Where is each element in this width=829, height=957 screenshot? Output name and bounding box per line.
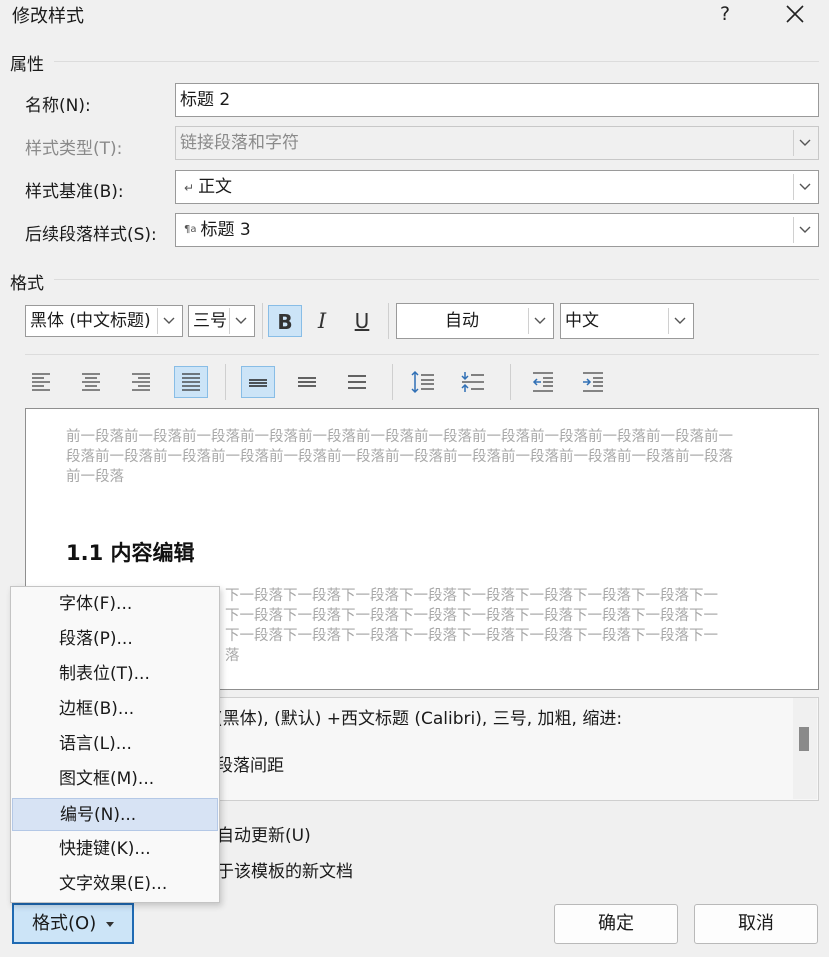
- close-icon: [786, 5, 804, 23]
- align-center-icon: [82, 373, 100, 391]
- name-input[interactable]: 标题 2: [175, 83, 819, 117]
- menu-item-font[interactable]: 字体(F)...: [12, 588, 218, 621]
- menu-item-numbering[interactable]: 编号(N)...: [12, 798, 218, 831]
- toolbar-separator: [510, 364, 511, 400]
- chevron-down-icon[interactable]: [528, 308, 550, 334]
- chevron-down-icon[interactable]: [793, 174, 815, 200]
- toolbar-divider: [25, 354, 819, 355]
- help-button[interactable]: ?: [712, 0, 738, 28]
- auto-update-checkbox-label[interactable]: 自动更新(U): [217, 821, 311, 846]
- menu-item-tabs[interactable]: 制表位(T)...: [12, 658, 218, 691]
- double-spacing-icon: [348, 375, 366, 389]
- bold-button[interactable]: B: [268, 305, 302, 337]
- next-paragraph-preview-3: 下一段落下一段落下一段落下一段落下一段落下一段落下一段落下一段落下一: [225, 628, 718, 644]
- format-divider: [54, 279, 819, 280]
- chevron-down-icon[interactable]: [157, 308, 179, 334]
- italic-button[interactable]: I: [305, 305, 339, 337]
- double-spacing-button[interactable]: [340, 366, 374, 398]
- format-dropdown-menu: 字体(F)... 段落(P)... 制表位(T)... 边框(B)... 语言(…: [10, 586, 220, 903]
- font-color-select[interactable]: 自动: [396, 303, 554, 339]
- ok-button[interactable]: 确定: [554, 904, 678, 944]
- next-paragraph-preview-1: 下一段落下一段落下一段落下一段落下一段落下一段落下一段落下一段落下一: [225, 588, 718, 604]
- justify-icon: [182, 373, 200, 391]
- caret-down-icon: [105, 921, 114, 927]
- name-label: 名称(N):: [25, 96, 91, 116]
- toolbar-separator: [392, 364, 393, 400]
- font-value: 黑体 (中文标题): [30, 311, 151, 331]
- font-select[interactable]: 黑体 (中文标题): [25, 305, 183, 337]
- align-left-button[interactable]: [24, 366, 58, 398]
- description-line-2: 段落间距: [216, 756, 284, 776]
- increase-indent-button[interactable]: [576, 366, 610, 398]
- based-on-label: 样式基准(B):: [25, 182, 124, 202]
- next-paragraph-preview-4: 落: [225, 648, 240, 664]
- style-type-select: 链接段落和字符: [175, 126, 819, 160]
- single-spacing-icon: [249, 379, 267, 387]
- chevron-down-icon[interactable]: [229, 308, 251, 334]
- menu-item-paragraph[interactable]: 段落(P)...: [12, 623, 218, 656]
- chevron-down-icon: [793, 130, 815, 156]
- align-right-button[interactable]: [124, 366, 158, 398]
- menu-item-text-effects[interactable]: 文字效果(E)...: [12, 868, 218, 901]
- next-style-label: 后续段落样式(S):: [25, 225, 157, 245]
- one-half-spacing-icon: [298, 377, 316, 387]
- style-type-label: 样式类型(T):: [25, 139, 123, 159]
- format-section-title: 格式: [10, 274, 44, 294]
- align-left-icon: [32, 373, 50, 391]
- increase-paragraph-spacing-button[interactable]: [406, 366, 440, 398]
- align-right-icon: [132, 373, 150, 391]
- style-type-value: 链接段落和字符: [180, 133, 299, 153]
- format-button-label: 格式(O): [32, 913, 97, 934]
- size-value: 三号: [193, 311, 227, 331]
- toolbar-separator: [225, 364, 226, 400]
- decrease-indent-icon: [532, 372, 553, 392]
- language-value: 中文: [565, 311, 599, 331]
- increase-spacing-icon: [411, 370, 434, 394]
- menu-item-shortcut-key[interactable]: 快捷键(K)...: [12, 833, 218, 866]
- chevron-down-icon[interactable]: [793, 217, 815, 243]
- based-on-value: 正文: [198, 177, 233, 197]
- decrease-indent-button[interactable]: [526, 366, 560, 398]
- decrease-spacing-icon: [461, 372, 484, 392]
- close-button[interactable]: [780, 0, 810, 28]
- previous-paragraph-preview: 前一段落前一段落前一段落前一段落前一段落前一段落前一段落前一段落前一段落前一段落…: [66, 429, 733, 485]
- heading-preview: 1.1 内容编辑: [66, 541, 195, 565]
- dialog-title: 修改样式: [12, 6, 84, 27]
- single-spacing-button[interactable]: [241, 366, 275, 398]
- scrollbar-thumb[interactable]: [799, 727, 809, 751]
- align-center-button[interactable]: [74, 366, 108, 398]
- description-line-1: (黑体), (默认) +西文标题 (Calibri), 三号, 加粗, 缩进:: [216, 709, 623, 729]
- toolbar-separator: [388, 303, 389, 339]
- increase-indent-icon: [583, 372, 603, 392]
- cancel-button[interactable]: 取消: [694, 904, 818, 944]
- next-style-select[interactable]: ¶a 标题 3: [175, 213, 819, 247]
- underline-button[interactable]: U: [345, 305, 379, 337]
- format-menu-button[interactable]: 格式(O): [12, 903, 134, 944]
- menu-item-frame[interactable]: 图文框(M)...: [12, 763, 218, 796]
- chevron-down-icon[interactable]: [668, 308, 690, 334]
- new-documents-radio-label[interactable]: 于该模板的新文档: [217, 857, 353, 882]
- properties-section-title: 属性: [10, 55, 44, 75]
- language-select[interactable]: 中文: [560, 303, 694, 339]
- toolbar-separator: [262, 303, 263, 339]
- font-color-value: 自动: [445, 311, 479, 331]
- title-bar: [0, 0, 829, 34]
- paragraph-mark-icon: ↵: [184, 181, 195, 195]
- next-paragraph-preview-2: 下一段落下一段落下一段落下一段落下一段落下一段落下一段落下一段落下一: [225, 608, 718, 624]
- menu-item-language[interactable]: 语言(L)...: [12, 728, 218, 761]
- menu-item-border[interactable]: 边框(B)...: [12, 693, 218, 726]
- linked-style-icon: ¶a: [184, 224, 197, 235]
- based-on-select[interactable]: ↵ 正文: [175, 170, 819, 204]
- decrease-paragraph-spacing-button[interactable]: [456, 366, 490, 398]
- one-half-spacing-button[interactable]: [290, 366, 324, 398]
- next-style-value: 标题 3: [200, 220, 251, 240]
- properties-divider: [54, 61, 819, 62]
- justify-button[interactable]: [174, 366, 208, 398]
- size-select[interactable]: 三号: [188, 305, 255, 337]
